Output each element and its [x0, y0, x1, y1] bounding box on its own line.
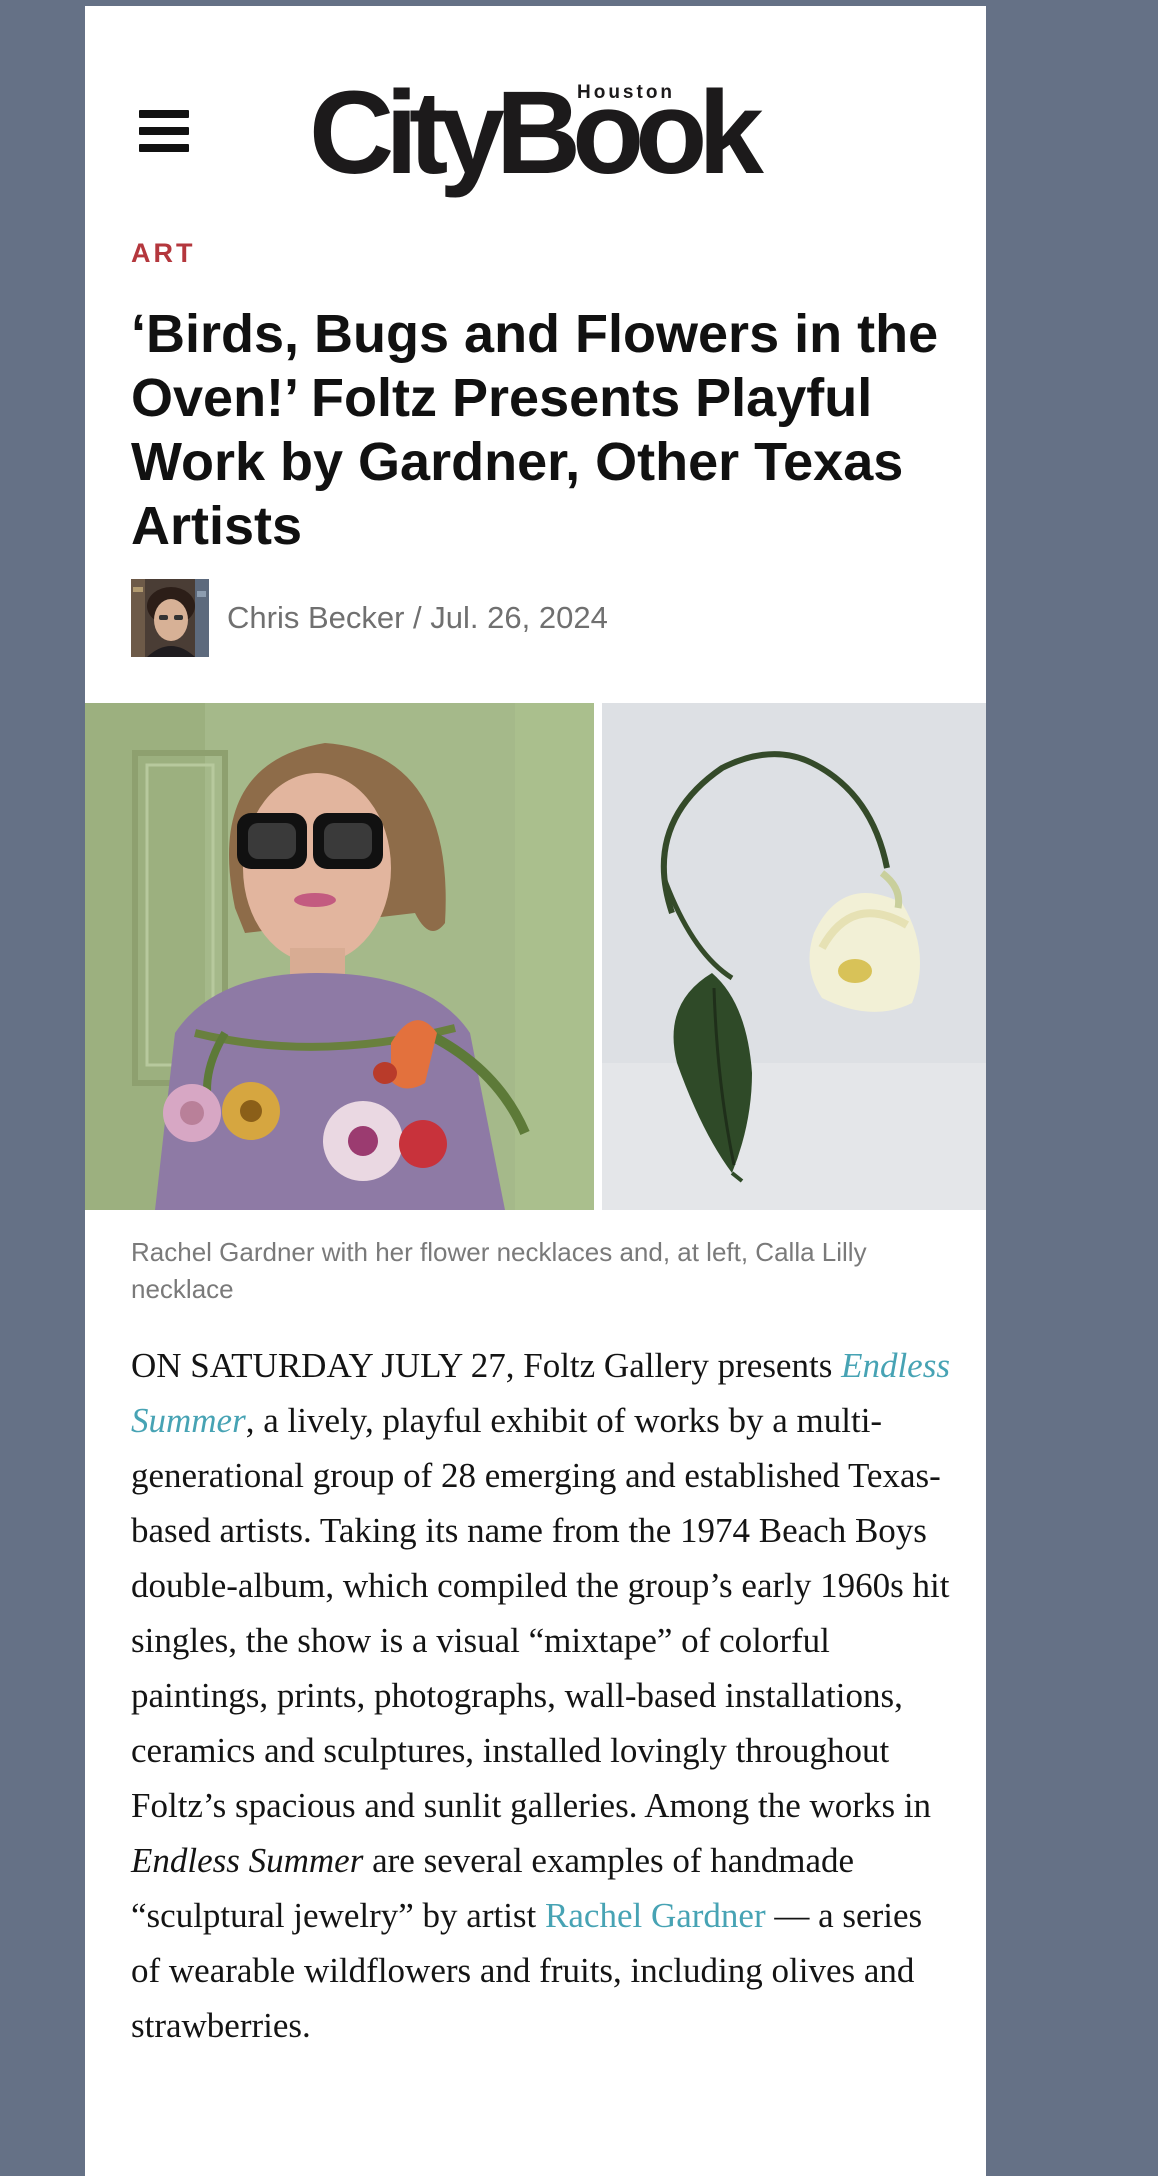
menu-icon-bar-top [139, 110, 189, 118]
rachel-gardner-photo [85, 703, 594, 1210]
byline-separator: / [404, 600, 431, 635]
article-title: ‘Birds, Bugs and Flowers in the Oven!’ F… [131, 304, 939, 556]
logo-city-name: Houston [577, 82, 676, 103]
menu-icon-bar-middle [139, 127, 189, 135]
hamburger-menu-button[interactable] [139, 110, 189, 152]
body-lead: ON SATURDAY JULY 27, Foltz Gallery prese… [131, 1346, 842, 1385]
body-text-1: , a lively, playful exhibit of works by … [131, 1401, 950, 1825]
byline: Chris Becker / Jul. 26, 2024 [131, 579, 608, 657]
publish-date: Jul. 26, 2024 [430, 600, 608, 635]
image-caption: Rachel Gardner with her flower necklaces… [131, 1237, 867, 1304]
byline-text: Chris Becker / Jul. 26, 2024 [227, 600, 608, 636]
author-link[interactable]: Chris Becker [227, 600, 404, 635]
logo-wordmark: CityBook [309, 67, 764, 199]
site-logo[interactable]: CityBook Houston [309, 67, 764, 204]
calla-lily-necklace-photo [602, 703, 986, 1210]
author-avatar[interactable] [131, 579, 209, 657]
exhibit-title-italic: Endless Summer [131, 1841, 364, 1880]
article-body: ON SATURDAY JULY 27, Foltz Gallery prese… [131, 1338, 951, 2053]
menu-icon-bar-bottom [139, 144, 189, 152]
artist-link[interactable]: Rachel Gardner [545, 1896, 766, 1935]
category-link[interactable]: ART [131, 238, 196, 269]
article-page: CityBook Houston ART ‘Birds, Bugs and Fl… [85, 6, 986, 2176]
